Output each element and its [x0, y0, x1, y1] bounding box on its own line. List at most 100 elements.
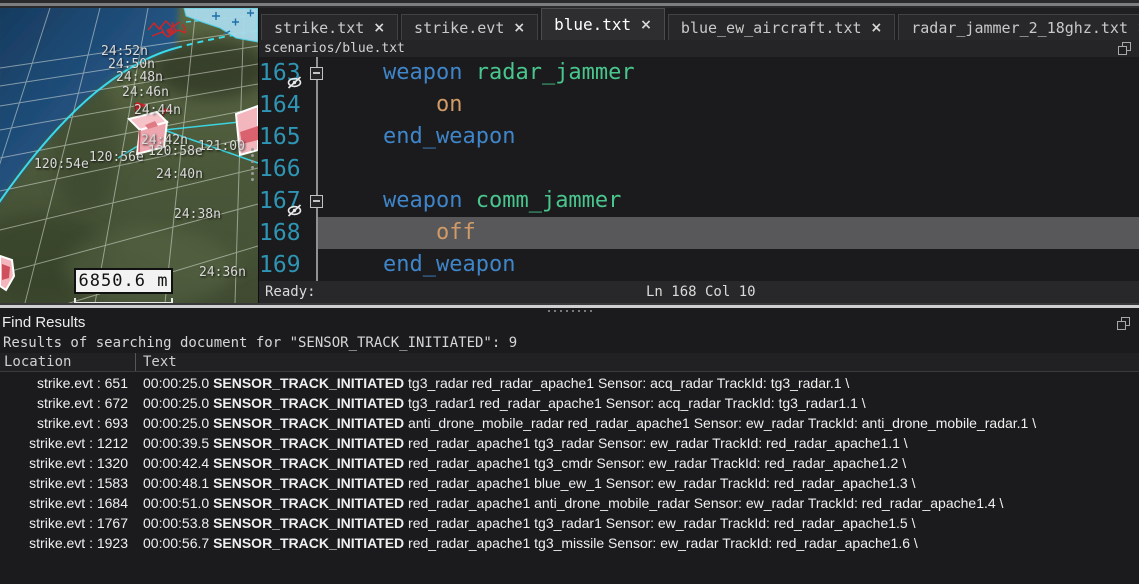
- code-line-166[interactable]: 166: [259, 153, 1139, 185]
- cursor-position-label: Ln 168 Col 10: [646, 281, 756, 303]
- code-line-text[interactable]: on: [318, 89, 1139, 121]
- result-location: strike.evt : 693: [0, 413, 136, 433]
- tab-label: strike.evt: [414, 19, 504, 37]
- editor-tabbar: strike.txt×strike.evt×blue.txt×blue_ew_a…: [259, 8, 1139, 40]
- results-table-body: strike.evt : 65100:00:25.0 SENSOR_TRACK_…: [0, 373, 1139, 553]
- result-text: 00:00:25.0 SENSOR_TRACK_INITIATED anti_d…: [136, 413, 1139, 433]
- code-line-165[interactable]: 165 end_weapon: [259, 121, 1139, 153]
- result-location: strike.evt : 651: [0, 373, 136, 393]
- result-row[interactable]: strike.evt : 65100:00:25.0 SENSOR_TRACK_…: [0, 373, 1139, 393]
- editor-tab-radar-jammer-2-18ghz-txt[interactable]: radar_jammer_2_18ghz.txt×: [898, 14, 1139, 40]
- editor-tab-blue-txt[interactable]: blue.txt ×: [541, 8, 665, 40]
- top-divider-bar: [0, 0, 1139, 8]
- float-panel-icon[interactable]: [1117, 317, 1130, 330]
- map-grid-label: 24:36n: [199, 265, 246, 280]
- result-row[interactable]: strike.evt : 192300:00:56.7 SENSOR_TRACK…: [0, 533, 1139, 553]
- column-header-text[interactable]: Text: [136, 353, 177, 371]
- line-number[interactable]: 168: [259, 217, 318, 249]
- eye-slash-icon[interactable]: [287, 204, 302, 217]
- application-window: 24:52n24:50n24:48n24:46n24:44n24:42n24:4…: [0, 0, 1139, 584]
- editor-statusbar: Ready: Ln 168 Col 10: [259, 281, 1139, 303]
- editor-tab-strike-evt[interactable]: strike.evt ×: [401, 14, 538, 40]
- code-line-text[interactable]: end_weapon: [318, 121, 1139, 153]
- breadcrumb-bar: scenarios/blue.txt: [259, 40, 1139, 57]
- result-row[interactable]: strike.evt : 69300:00:25.0 SENSOR_TRACK_…: [0, 413, 1139, 433]
- map-drag-handle[interactable]: [251, 148, 254, 181]
- line-number[interactable]: 164: [259, 89, 318, 121]
- code-line-164[interactable]: 164 on: [259, 89, 1139, 121]
- map-scale-label: 6850.6 m: [79, 271, 169, 291]
- result-row[interactable]: strike.evt : 176700:00:53.8 SENSOR_TRACK…: [0, 513, 1139, 533]
- code-line-169[interactable]: 169 end_weapon: [259, 249, 1139, 281]
- map-grid-label: 120:58e: [148, 144, 203, 159]
- result-location: strike.evt : 1767: [0, 513, 136, 533]
- result-text: 00:00:39.5 SENSOR_TRACK_INITIATED red_ra…: [136, 433, 1139, 453]
- code-line-text[interactable]: off: [318, 217, 1139, 249]
- text-editor-panel: strike.txt×strike.evt×blue.txt×blue_ew_a…: [258, 8, 1139, 303]
- result-location: strike.evt : 1212: [0, 433, 136, 453]
- tab-label: strike.txt: [274, 19, 364, 37]
- result-location: strike.evt : 1684: [0, 493, 136, 513]
- map-grid-label: 24:40n: [156, 167, 203, 182]
- tab-close-icon[interactable]: ×: [640, 18, 652, 32]
- code-line-text[interactable]: weapon comm_jammer: [318, 185, 1139, 217]
- fold-collapse-icon[interactable]: [310, 195, 323, 208]
- result-location: strike.evt : 1583: [0, 473, 136, 493]
- code-line-167[interactable]: 167 weapon comm_jammer: [259, 185, 1139, 217]
- code-line-163[interactable]: 163 weapon radar_jammer: [259, 57, 1139, 89]
- fold-collapse-icon[interactable]: [310, 67, 323, 80]
- map-viewport[interactable]: 24:52n24:50n24:48n24:46n24:44n24:42n24:4…: [0, 8, 258, 303]
- line-number[interactable]: 165: [259, 121, 318, 153]
- result-text: 00:00:25.0 SENSOR_TRACK_INITIATED tg3_ra…: [136, 393, 1139, 413]
- result-row[interactable]: strike.evt : 158300:00:48.1 SENSOR_TRACK…: [0, 473, 1139, 493]
- top-divider-line: [0, 3, 1139, 6]
- editor-tab-blue-ew-aircraft-txt[interactable]: blue_ew_aircraft.txt ×: [668, 14, 895, 40]
- results-drag-handle[interactable]: [548, 310, 592, 312]
- result-location: strike.evt : 1320: [0, 453, 136, 473]
- code-line-text[interactable]: weapon radar_jammer: [318, 57, 1139, 89]
- result-location: strike.evt : 1923: [0, 533, 136, 553]
- eye-slash-icon[interactable]: [287, 76, 302, 89]
- search-summary: Results of searching document for "SENSO…: [3, 335, 517, 351]
- line-number[interactable]: 166: [259, 153, 318, 185]
- status-ready-label: Ready:: [265, 284, 316, 300]
- code-line-text[interactable]: end_weapon: [318, 249, 1139, 281]
- float-panel-icon[interactable]: [1118, 42, 1131, 55]
- result-text: 00:00:48.1 SENSOR_TRACK_INITIATED red_ra…: [136, 473, 1139, 493]
- result-row[interactable]: strike.evt : 132000:00:42.4 SENSOR_TRACK…: [0, 453, 1139, 473]
- map-grid-label: 120:56e: [89, 150, 144, 165]
- map-grid-label: 24:48n: [116, 70, 163, 85]
- line-number[interactable]: 169: [259, 249, 318, 281]
- map-grid-label: 24:44n: [134, 103, 181, 118]
- line-number[interactable]: 163: [259, 57, 318, 89]
- result-text: 00:00:42.4 SENSOR_TRACK_INITIATED red_ra…: [136, 453, 1139, 473]
- result-row[interactable]: strike.evt : 67200:00:25.0 SENSOR_TRACK_…: [0, 393, 1139, 413]
- result-text: 00:00:25.0 SENSOR_TRACK_INITIATED tg3_ra…: [136, 373, 1139, 393]
- tab-close-icon[interactable]: ×: [871, 21, 883, 35]
- tab-label: blue.txt: [554, 15, 631, 34]
- editor-tab-strike-txt[interactable]: strike.txt ×: [261, 14, 398, 40]
- result-text: 00:00:53.8 SENSOR_TRACK_INITIATED red_ra…: [136, 513, 1139, 533]
- tab-label: radar_jammer_2_18ghz.txt: [911, 19, 1128, 37]
- map-grid-label: 24:46n: [122, 85, 169, 100]
- find-results-title: Find Results: [2, 314, 85, 331]
- map-grid-label: 120:54e: [34, 157, 89, 172]
- line-number[interactable]: 167: [259, 185, 318, 217]
- breadcrumb: scenarios/blue.txt: [264, 41, 405, 56]
- result-text: 00:00:56.7 SENSOR_TRACK_INITIATED red_ra…: [136, 533, 1139, 553]
- map-scale-indicator: 6850.6 m: [74, 268, 173, 294]
- result-row[interactable]: strike.evt : 168400:00:51.0 SENSOR_TRACK…: [0, 493, 1139, 513]
- tab-close-icon[interactable]: ×: [513, 21, 525, 35]
- find-results-panel: Find Results Results of searching docume…: [0, 308, 1139, 584]
- results-table-header: Location Text: [0, 353, 1139, 372]
- result-text: 00:00:51.0 SENSOR_TRACK_INITIATED red_ra…: [136, 493, 1139, 513]
- result-location: strike.evt : 672: [0, 393, 136, 413]
- result-row[interactable]: strike.evt : 121200:00:39.5 SENSOR_TRACK…: [0, 433, 1139, 453]
- code-line-168[interactable]: 168 off: [259, 217, 1139, 249]
- code-line-text[interactable]: [318, 153, 1139, 185]
- column-header-location[interactable]: Location: [0, 353, 136, 371]
- tab-label: blue_ew_aircraft.txt: [681, 19, 862, 37]
- tab-close-icon[interactable]: ×: [373, 21, 385, 35]
- code-editor[interactable]: 163 weapon radar_jammer164 on165 end_wea…: [259, 57, 1139, 281]
- map-grid-label: 121:00: [198, 139, 245, 154]
